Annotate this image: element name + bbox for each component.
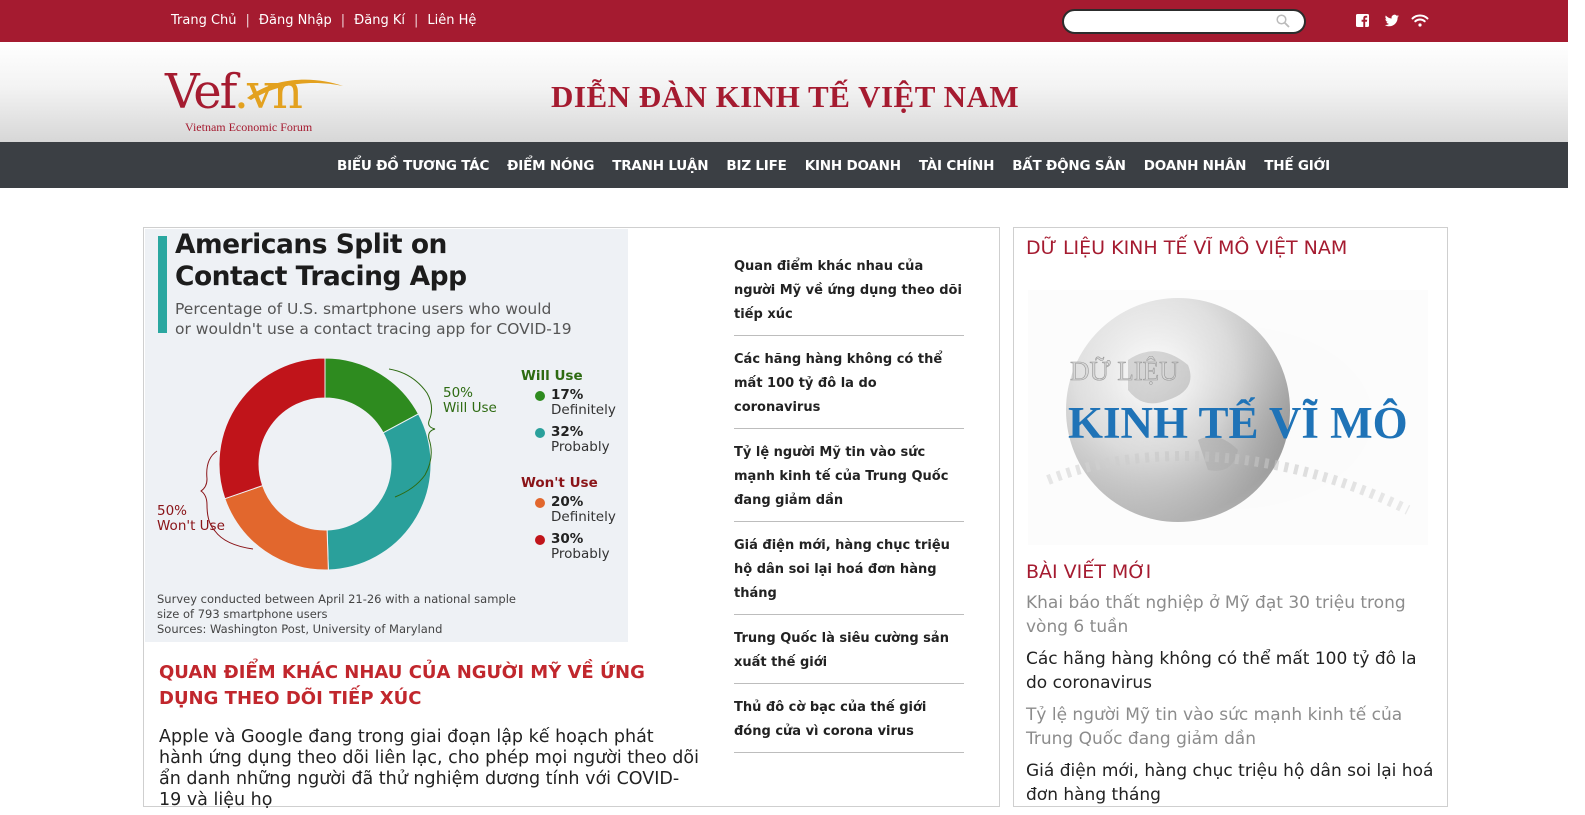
nav-item-interactive-charts[interactable]: BIỂU ĐỒ TƯƠNG TÁC: [337, 158, 489, 174]
wont-use-total-label: 50% Won't Use: [157, 504, 225, 534]
separator: |: [340, 13, 346, 28]
facebook-icon[interactable]: [1355, 12, 1373, 30]
nav-item-world[interactable]: THẾ GIỚI: [1264, 158, 1330, 174]
infographic-footnote: Survey conducted between April 21-26 wit…: [157, 592, 516, 637]
legend-item: 32% Probably: [551, 425, 610, 455]
legend-pct: 30%: [551, 531, 584, 547]
legend-pct: 32%: [551, 424, 584, 440]
legend-swatch: [535, 535, 545, 545]
footnote-line: Sources: Washington Post, University of …: [157, 622, 443, 636]
link-contact[interactable]: Liên Hệ: [427, 13, 476, 28]
banner-small-text: DỮ LIỆU: [1070, 356, 1179, 386]
footnote-line: size of 793 smartphone users: [157, 607, 328, 621]
legend-text: Definitely: [551, 509, 616, 525]
top-bar: Trang Chủ | Đăng Nhập | Đăng Kí | Liên Hệ: [0, 0, 1568, 42]
related-article-link[interactable]: Các hãng hàng không có thể mất 100 tỷ đô…: [734, 348, 964, 429]
legend-swatch: [535, 391, 545, 401]
legend-item: 17% Definitely: [551, 388, 616, 418]
legend-item: 20% Definitely: [551, 495, 616, 525]
search-icon[interactable]: [1276, 14, 1290, 28]
logo-suffix: .vn: [233, 64, 303, 120]
legend-swatch: [535, 428, 545, 438]
nav-item-real-estate[interactable]: BẤT ĐỘNG SẢN: [1012, 158, 1126, 174]
site-header: Vef.vn Vietnam Economic Forum DIỄN ĐÀN K…: [0, 42, 1568, 142]
nav-item-finance[interactable]: TÀI CHÍNH: [919, 158, 995, 174]
legend-heading-will-use: Will Use: [521, 368, 583, 384]
new-posts-list: Khai báo thất nghiệp ở Mỹ đạt 30 triệu t…: [1026, 591, 1436, 815]
donut-slice-wont-probably: [218, 357, 326, 500]
related-articles: Quan điểm khác nhau của người Mỹ về ứng …: [734, 255, 964, 765]
logo-brand: Vef: [165, 64, 236, 120]
donut-slice-will-probably: [326, 413, 432, 571]
featured-article-summary: Apple và Google đang trong giai đoạn lập…: [159, 727, 699, 810]
separator: |: [245, 13, 250, 28]
legend-text: Probably: [551, 546, 610, 562]
search-input[interactable]: [1074, 12, 1278, 34]
rss-icon[interactable]: [1411, 12, 1429, 30]
site-logo[interactable]: Vef.vn Vietnam Economic Forum: [165, 64, 355, 134]
nav-item-entrepreneurs[interactable]: DOANH NHÂN: [1144, 158, 1247, 174]
social-links: [1355, 12, 1429, 30]
legend-text: Definitely: [551, 402, 616, 418]
legend-heading-wont-use: Won't Use: [521, 475, 598, 491]
logo-tagline: Vietnam Economic Forum: [185, 120, 313, 134]
legend-pct: 20%: [551, 494, 584, 510]
related-article-link[interactable]: Quan điểm khác nhau của người Mỹ về ứng …: [734, 255, 964, 336]
featured-image[interactable]: Americans Split on Contact Tracing App Pe…: [145, 229, 628, 642]
link-register[interactable]: Đăng Kí: [354, 13, 405, 28]
separator: |: [413, 13, 419, 28]
nav-item-hot-spots[interactable]: ĐIỂM NÓNG: [507, 158, 594, 174]
search-box: [1062, 9, 1306, 34]
nav-item-debate[interactable]: TRANH LUẬN: [612, 158, 708, 174]
macro-data-banner[interactable]: DỮ LIỆU KINH TẾ VĨ MÔ: [1028, 290, 1428, 545]
related-article-link[interactable]: Trung Quốc là siêu cường sản xuất thế gi…: [734, 627, 964, 684]
logo-text: Vef.vn: [165, 64, 303, 120]
main-nav: BIỂU ĐỒ TƯƠNG TÁC ĐIỂM NÓNG TRANH LUẬN B…: [0, 142, 1568, 188]
new-posts-heading: BÀI VIẾT MỚI: [1026, 561, 1152, 583]
will-use-total-pct: 50%: [443, 385, 474, 401]
will-use-total-text: Will Use: [443, 400, 497, 416]
wont-use-total-text: Won't Use: [157, 518, 225, 534]
banner-big-text: KINH TẾ VĨ MÔ: [1068, 398, 1408, 448]
related-article-link[interactable]: Thủ đô cờ bạc của thế giới đóng cửa vì c…: [734, 696, 964, 753]
nav-item-biz-life[interactable]: BIZ LIFE: [726, 158, 786, 174]
new-post-link[interactable]: Khai báo thất nghiệp ở Mỹ đạt 30 triệu t…: [1026, 591, 1436, 639]
new-post-link[interactable]: Giá điện mới, hàng chục triệu hộ dân soi…: [1026, 759, 1436, 807]
wont-use-total-pct: 50%: [157, 503, 188, 519]
legend-pct: 17%: [551, 387, 584, 403]
donut-slice-wont-definitely: [224, 484, 329, 571]
new-post-link[interactable]: Các hãng hàng không có thể mất 100 tỷ đô…: [1026, 647, 1436, 695]
macro-data-heading[interactable]: DỮ LIỆU KINH TẾ VĨ MÔ VIỆT NAM: [1026, 237, 1347, 259]
twitter-icon[interactable]: [1383, 12, 1401, 30]
related-article-link[interactable]: Giá điện mới, hàng chục triệu hộ dân soi…: [734, 534, 964, 615]
link-login[interactable]: Đăng Nhập: [259, 13, 332, 28]
will-use-total-label: 50% Will Use: [443, 386, 497, 416]
top-links: Trang Chủ | Đăng Nhập | Đăng Kí | Liên Hệ: [171, 13, 476, 28]
related-article-link[interactable]: Tỷ lệ người Mỹ tin vào sức mạnh kinh tế …: [734, 441, 964, 522]
link-home[interactable]: Trang Chủ: [171, 13, 237, 28]
nav-item-business[interactable]: KINH DOANH: [805, 158, 901, 174]
legend-item: 30% Probably: [551, 532, 610, 562]
new-post-link[interactable]: Tỷ lệ người Mỹ tin vào sức mạnh kinh tế …: [1026, 703, 1436, 751]
legend-swatch: [535, 498, 545, 508]
featured-article-title[interactable]: QUAN ĐIỂM KHÁC NHAU CỦA NGƯỜI MỸ VỀ ỨNG …: [159, 660, 679, 712]
legend-text: Probably: [551, 439, 610, 455]
footnote-line: Survey conducted between April 21-26 wit…: [157, 592, 516, 606]
site-title: DIỄN ĐÀN KINH TẾ VIỆT NAM: [551, 79, 1020, 114]
